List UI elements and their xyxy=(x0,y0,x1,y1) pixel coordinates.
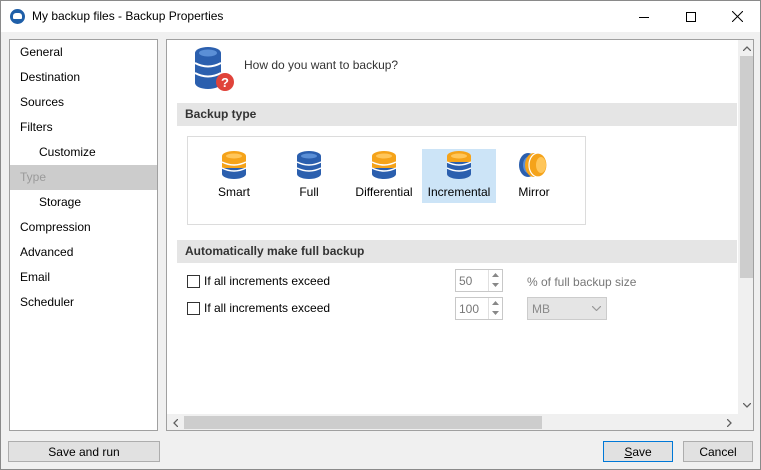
svg-text:?: ? xyxy=(221,75,229,90)
chevron-down-icon xyxy=(592,306,601,311)
size-unit-dropdown[interactable]: MB xyxy=(527,297,607,320)
window-title: My backup files - Backup Properties xyxy=(32,9,224,23)
maximize-icon xyxy=(686,11,696,22)
full-backup-icon xyxy=(296,151,322,179)
size-down-arrow-icon[interactable] xyxy=(489,308,502,318)
sidebar-item-filters[interactable]: Filters xyxy=(10,115,157,140)
save-button[interactable]: Save xyxy=(603,441,673,462)
rule-percent-checkbox[interactable] xyxy=(187,274,200,288)
scroll-down-icon[interactable] xyxy=(738,397,753,414)
horizontal-scrollbar[interactable] xyxy=(167,414,738,430)
horizontal-scroll-thumb[interactable] xyxy=(184,416,542,429)
type-label-smart: Smart xyxy=(217,185,250,199)
size-unit-value: MB xyxy=(532,302,550,316)
type-label-differential: Differential xyxy=(355,185,413,199)
size-value: 100 xyxy=(459,302,480,316)
sidebar-item-compression[interactable]: Compression xyxy=(10,215,157,240)
settings-sidebar: General Destination Sources Filters Cust… xyxy=(9,39,158,431)
scroll-left-icon[interactable] xyxy=(167,414,184,430)
cancel-button[interactable]: Cancel xyxy=(683,441,753,462)
percent-spin-buttons xyxy=(488,270,502,291)
close-button[interactable] xyxy=(714,1,760,32)
close-icon xyxy=(731,11,743,22)
sidebar-item-destination[interactable]: Destination xyxy=(10,65,157,90)
backup-type-incremental[interactable]: Incremental xyxy=(422,149,496,203)
sidebar-item-email[interactable]: Email xyxy=(10,265,157,290)
backup-question: How do you want to backup? xyxy=(244,58,399,72)
save-label-rest: ave xyxy=(632,444,652,459)
minimize-button[interactable] xyxy=(621,1,667,32)
sidebar-item-advanced[interactable]: Advanced xyxy=(10,240,157,265)
backup-properties-window: My backup files - Backup Properties Gene… xyxy=(0,0,761,470)
scroll-up-icon[interactable] xyxy=(738,40,753,57)
sidebar-item-general[interactable]: General xyxy=(10,40,157,65)
sidebar-item-scheduler[interactable]: Scheduler xyxy=(10,290,157,315)
sidebar-item-sources[interactable]: Sources xyxy=(10,90,157,115)
backup-question-icon: ? xyxy=(194,47,234,91)
backup-type-mirror[interactable]: Mirror xyxy=(497,149,571,203)
vertical-scrollbar[interactable] xyxy=(738,40,753,414)
smart-backup-icon xyxy=(221,151,247,179)
size-stepper[interactable]: 100 xyxy=(455,297,503,320)
rule-size-checkbox[interactable] xyxy=(187,301,200,315)
auto-full-backup-heading: Automatically make full backup xyxy=(177,240,737,263)
backup-type-heading: Backup type xyxy=(177,103,737,126)
type-label-full: Full xyxy=(299,185,319,199)
app-icon xyxy=(10,9,25,24)
percent-suffix: % of full backup size xyxy=(527,275,637,289)
backup-type-full[interactable]: Full xyxy=(272,149,346,203)
type-label-incremental: Incremental xyxy=(427,185,491,199)
type-settings-panel: ? How do you want to backup? Backup type… xyxy=(166,39,754,431)
save-and-run-button[interactable]: Save and run xyxy=(8,441,160,462)
rule-size-label: If all increments exceed xyxy=(204,301,331,315)
incremental-backup-icon xyxy=(446,151,472,179)
percent-down-arrow-icon[interactable] xyxy=(489,280,502,290)
percent-value: 50 xyxy=(459,274,473,288)
vertical-scroll-thumb[interactable] xyxy=(740,56,753,278)
sidebar-item-storage[interactable]: Storage xyxy=(10,190,157,215)
minimize-icon xyxy=(639,16,649,18)
rule-percent-row: If all increments exceed xyxy=(187,271,330,291)
title-bar: My backup files - Backup Properties xyxy=(1,1,760,32)
rule-size-row: If all increments exceed xyxy=(187,298,330,318)
size-up-arrow-icon[interactable] xyxy=(489,298,502,308)
type-label-mirror: Mirror xyxy=(518,185,550,199)
maximize-button[interactable] xyxy=(668,1,714,32)
percent-stepper[interactable]: 50 xyxy=(455,269,503,292)
backup-type-smart[interactable]: Smart xyxy=(197,149,271,203)
percent-up-arrow-icon[interactable] xyxy=(489,270,502,280)
sidebar-item-customize[interactable]: Customize xyxy=(10,140,157,165)
scroll-right-icon[interactable] xyxy=(721,414,738,430)
save-label-mnemonic: S xyxy=(624,444,633,459)
backup-type-selector: Smart Full Differential Incremental Mirr… xyxy=(187,136,586,225)
differential-backup-icon xyxy=(371,151,397,179)
size-spin-buttons xyxy=(488,298,502,319)
backup-type-differential[interactable]: Differential xyxy=(347,149,421,203)
mirror-backup-icon xyxy=(519,152,548,178)
scrollbar-corner xyxy=(738,414,753,430)
rule-percent-label: If all increments exceed xyxy=(204,274,331,288)
sidebar-item-type[interactable]: Type xyxy=(10,165,157,190)
